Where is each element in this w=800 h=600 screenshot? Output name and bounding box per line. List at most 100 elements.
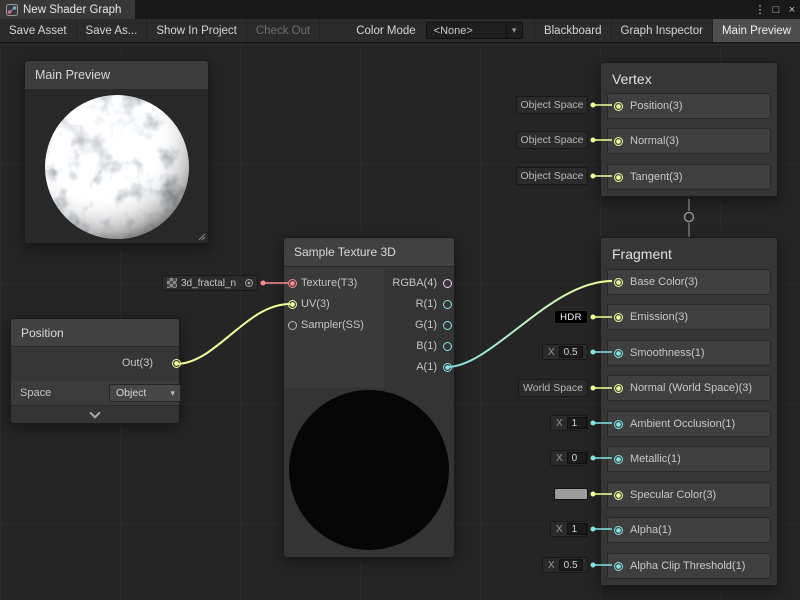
port-label: Position(3)	[630, 100, 683, 112]
fragment-row-metallic[interactable]: Metallic(1)	[607, 446, 771, 472]
port-normal-world[interactable]	[614, 384, 623, 393]
port-smoothness[interactable]	[614, 349, 623, 358]
port-normal[interactable]	[614, 137, 623, 146]
port-label: Normal (World Space)(3)	[630, 382, 752, 394]
sample-node-title[interactable]: Sample Texture 3D	[284, 238, 454, 267]
texture-preview-sphere	[289, 390, 449, 550]
vertex-row-tangent[interactable]: Tangent(3)	[607, 164, 771, 190]
save-as-button[interactable]: Save As...	[77, 19, 148, 42]
fragment-row-emission[interactable]: Emission(3)	[607, 304, 771, 330]
color-mode-dropdown[interactable]: <None> ▾	[426, 22, 523, 39]
fragment-row-smoothness[interactable]: Smoothness(1)	[607, 340, 771, 366]
node-title-label: Position	[21, 326, 64, 340]
port-label: Out(3)	[122, 357, 153, 370]
port-base-color[interactable]	[614, 278, 623, 287]
port-label: Metallic(1)	[630, 453, 681, 465]
specular-color-swatch[interactable]	[554, 488, 588, 500]
badge-label: Object Space	[520, 99, 583, 111]
port-rgba-output[interactable]	[443, 279, 452, 288]
maximize-icon[interactable]: □	[768, 4, 784, 16]
port-a-output[interactable]	[443, 363, 452, 372]
window-tab[interactable]: New Shader Graph	[0, 0, 135, 19]
node-vertex[interactable]: Vertex Position(3) Normal(3) Tangent(3)	[600, 62, 778, 197]
port-texture-input[interactable]	[288, 279, 297, 288]
tangent-space-badge[interactable]: Object Space	[516, 167, 588, 185]
dropdown-arrow-icon: ▾	[170, 388, 175, 399]
alpha-clip-value-field[interactable]: X 0.5	[542, 557, 588, 573]
space-value: Object	[116, 387, 146, 399]
window-controls: ⋮ □ ×	[752, 0, 800, 19]
fragment-row-specular-color[interactable]: Specular Color(3)	[607, 482, 771, 508]
port-alpha[interactable]	[614, 526, 623, 535]
check-out-button[interactable]: Check Out	[247, 19, 320, 42]
smoothness-value-field[interactable]: X 0.5	[542, 344, 588, 360]
value-input[interactable]: 0.5	[559, 559, 583, 571]
port-sampler-input[interactable]	[288, 321, 297, 330]
main-preview-toggle[interactable]: Main Preview	[712, 19, 800, 42]
badge-label: World Space	[523, 382, 583, 394]
port-tangent[interactable]	[614, 173, 623, 182]
port-position[interactable]	[614, 102, 623, 111]
metallic-value-field[interactable]: X 0	[550, 450, 588, 466]
fragment-row-base-color[interactable]: Base Color(3)	[607, 269, 771, 295]
port-label: Alpha Clip Threshold(1)	[630, 560, 745, 572]
ambient-occlusion-value-field[interactable]: X 1	[550, 415, 588, 431]
node-fragment[interactable]: Fragment Base Color(3) Emission(3) Smoot…	[600, 237, 778, 586]
port-g-output[interactable]	[443, 321, 452, 330]
texture-object-field[interactable]: 3d_fractal_n	[162, 275, 258, 291]
close-icon[interactable]: ×	[784, 4, 800, 16]
space-dropdown[interactable]: Object ▾	[109, 384, 181, 402]
fragment-row-ambient-occlusion[interactable]: Ambient Occlusion(1)	[607, 411, 771, 437]
alpha-value-field[interactable]: X 1	[550, 521, 588, 537]
emission-hdr-color-field[interactable]: HDR	[554, 310, 588, 324]
port-label: Texture(T3)	[301, 277, 357, 290]
toolbar: Save Asset Save As... Show In Project Ch…	[0, 19, 800, 43]
value-input[interactable]: 1	[567, 417, 587, 429]
main-preview-panel[interactable]: Main Preview	[24, 60, 209, 244]
port-label: Ambient Occlusion(1)	[630, 418, 735, 430]
value-input[interactable]: 1	[567, 523, 587, 535]
position-out-row	[11, 347, 179, 381]
save-asset-button[interactable]: Save Asset	[0, 19, 77, 42]
port-specular-color[interactable]	[614, 491, 623, 500]
position-node-title[interactable]: Position	[11, 319, 179, 347]
collapse-row[interactable]	[11, 405, 179, 423]
vertex-title: Vertex	[612, 71, 652, 87]
resize-handle[interactable]	[196, 231, 206, 241]
badge-label: Object Space	[520, 134, 583, 146]
value-input[interactable]: 0	[567, 452, 587, 464]
value-input[interactable]: 0.5	[559, 346, 583, 358]
blackboard-toggle[interactable]: Blackboard	[534, 19, 611, 42]
node-sample-texture-3d[interactable]: Sample Texture 3D Texture(T3) UV(3) Samp…	[283, 237, 455, 556]
port-label: Specular Color(3)	[630, 489, 716, 501]
normal-space-badge-fragment[interactable]: World Space	[518, 379, 588, 397]
port-b-output[interactable]	[443, 342, 452, 351]
port-metallic[interactable]	[614, 455, 623, 464]
port-emission[interactable]	[614, 313, 623, 322]
port-ambient-occlusion[interactable]	[614, 420, 623, 429]
graph-inspector-toggle[interactable]: Graph Inspector	[611, 19, 712, 42]
color-mode-label: Color Mode	[352, 19, 419, 42]
port-uv-input[interactable]	[288, 300, 297, 309]
x-label: X	[554, 418, 563, 429]
port-label: UV(3)	[301, 298, 330, 311]
vertex-row-normal[interactable]: Normal(3)	[607, 128, 771, 154]
dropdown-arrow-icon: ▾	[506, 23, 522, 38]
fragment-row-alpha-clip[interactable]: Alpha Clip Threshold(1)	[607, 553, 771, 579]
show-in-project-button[interactable]: Show In Project	[147, 19, 247, 42]
port-alpha-clip-threshold[interactable]	[614, 562, 623, 571]
x-label: X	[554, 453, 563, 464]
normal-space-badge[interactable]: Object Space	[516, 131, 588, 149]
position-space-badge[interactable]: Object Space	[516, 96, 588, 114]
fragment-row-alpha[interactable]: Alpha(1)	[607, 517, 771, 543]
object-picker-icon[interactable]	[245, 279, 253, 287]
vertex-row-position[interactable]: Position(3)	[607, 93, 771, 119]
port-r-output[interactable]	[443, 300, 452, 309]
node-position[interactable]: Position Out(3) Space Object ▾	[10, 318, 180, 422]
port-out-output[interactable]	[172, 359, 181, 368]
fragment-row-normal-world[interactable]: Normal (World Space)(3)	[607, 375, 771, 401]
main-preview-header[interactable]: Main Preview	[25, 61, 208, 90]
port-label: Base Color(3)	[630, 276, 698, 288]
kebab-menu-icon[interactable]: ⋮	[752, 3, 768, 16]
toolbar-right-group: Blackboard Graph Inspector Main Preview	[534, 19, 800, 42]
